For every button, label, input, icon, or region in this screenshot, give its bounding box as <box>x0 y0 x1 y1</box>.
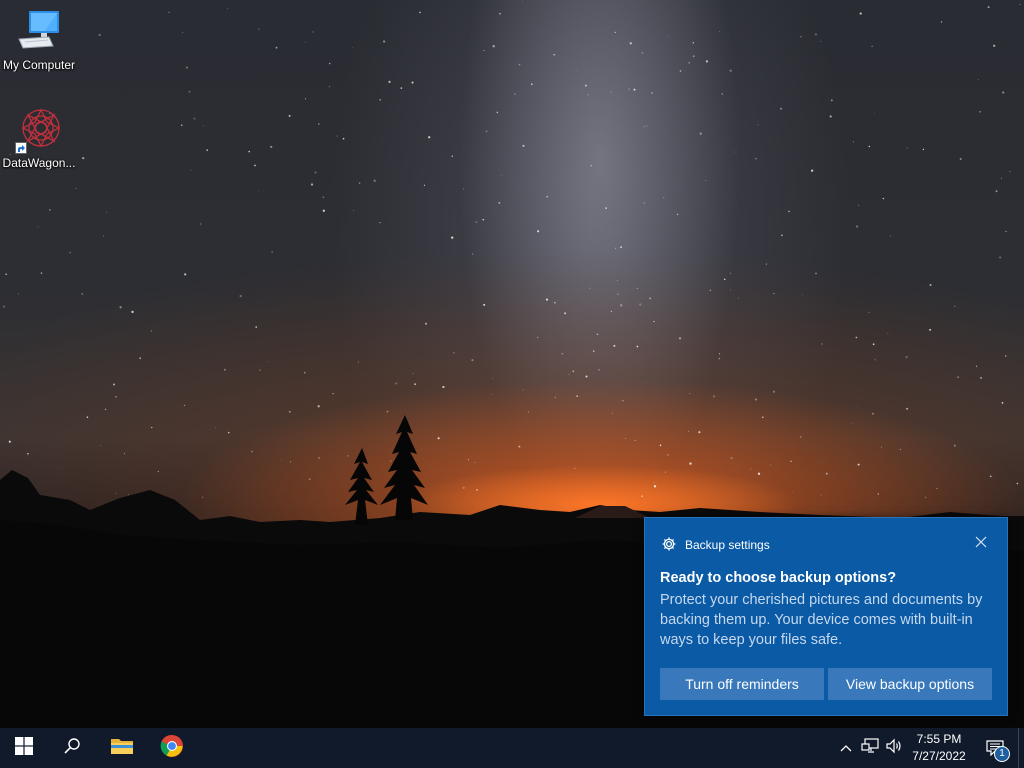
desktop-icon-label: My Computer <box>2 58 76 72</box>
notification-count-badge: 1 <box>994 746 1010 762</box>
desktop-icon-datawagon[interactable]: DataWagon... <box>0 106 78 170</box>
taskbar: 7:55 PM 7/27/2022 1 <box>0 728 1024 768</box>
toast-close-button[interactable] <box>971 534 991 554</box>
windows-logo-icon <box>15 736 33 760</box>
chrome-icon <box>160 734 184 763</box>
show-hidden-icons-button[interactable] <box>836 738 856 758</box>
file-explorer-button[interactable] <box>98 728 146 768</box>
close-icon <box>975 535 987 553</box>
shortcut-arrow-icon <box>15 142 27 154</box>
network-button[interactable] <box>860 737 880 759</box>
gear-icon <box>661 536 677 555</box>
volume-button[interactable] <box>884 738 904 758</box>
desktop-icon-label: DataWagon... <box>2 156 76 170</box>
network-icon <box>861 737 879 759</box>
chevron-up-icon <box>840 739 852 757</box>
show-desktop-button[interactable] <box>1018 728 1024 768</box>
datawagon-icon <box>15 106 63 154</box>
backup-notification-toast[interactable]: Backup settings Ready to choose backup o… <box>644 517 1008 716</box>
search-button[interactable] <box>48 728 96 768</box>
action-center-button[interactable]: 1 <box>978 728 1012 768</box>
computer-icon <box>15 8 63 56</box>
toast-app-name: Backup settings <box>685 538 770 552</box>
search-icon <box>63 737 81 760</box>
clock-time: 7:55 PM <box>916 732 962 746</box>
toast-title: Ready to choose backup options? <box>660 570 897 586</box>
turn-off-reminders-button[interactable]: Turn off reminders <box>660 668 824 700</box>
volume-icon <box>885 738 903 759</box>
clock-date: 7/27/2022 <box>912 749 966 763</box>
folder-icon <box>110 736 134 761</box>
view-backup-options-button[interactable]: View backup options <box>828 668 992 700</box>
toast-body: Protect your cherished pictures and docu… <box>660 592 983 648</box>
start-button[interactable] <box>0 728 48 768</box>
chrome-button[interactable] <box>148 728 196 768</box>
toast-header: Backup settings <box>661 536 770 554</box>
notification-icon: 1 <box>984 737 1010 762</box>
clock[interactable]: 7:55 PM 7/27/2022 <box>904 731 974 765</box>
desktop-icon-my-computer[interactable]: My Computer <box>0 8 78 72</box>
